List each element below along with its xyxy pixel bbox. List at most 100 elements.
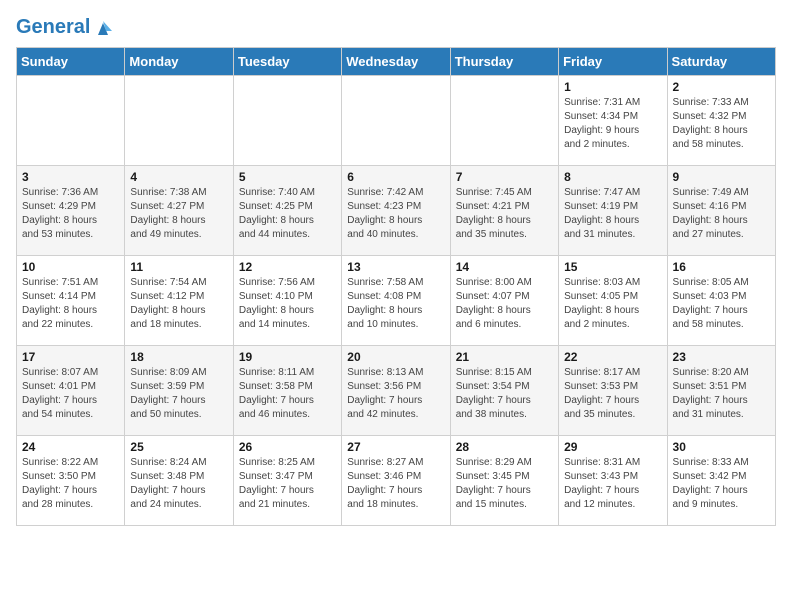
day-cell: 27 Sunrise: 8:27 AM Sunset: 3:46 PM Dayli… — [342, 436, 450, 526]
day-number: 15 — [564, 260, 661, 274]
day-info: Sunrise: 8:05 AM Sunset: 4:03 PM Dayligh… — [673, 276, 770, 332]
day-cell — [125, 76, 233, 166]
day-cell: 15 Sunrise: 8:03 AM Sunset: 4:05 PM Dayli… — [559, 256, 667, 346]
day-info: Sunrise: 7:33 AM Sunset: 4:32 PM Dayligh… — [673, 96, 770, 152]
day-cell: 2 Sunrise: 7:33 AM Sunset: 4:32 PM Daylig… — [667, 76, 775, 166]
day-number: 2 — [673, 80, 770, 94]
day-number: 23 — [673, 350, 770, 364]
day-info: Sunrise: 8:11 AM Sunset: 3:58 PM Dayligh… — [239, 366, 336, 422]
week-row-1: 1 Sunrise: 7:31 AM Sunset: 4:34 PM Daylig… — [17, 76, 776, 166]
day-cell: 6 Sunrise: 7:42 AM Sunset: 4:23 PM Daylig… — [342, 166, 450, 256]
day-number: 30 — [673, 440, 770, 454]
day-cell: 10 Sunrise: 7:51 AM Sunset: 4:14 PM Dayli… — [17, 256, 125, 346]
day-number: 4 — [130, 170, 227, 184]
day-number: 24 — [22, 440, 119, 454]
col-header-saturday: Saturday — [667, 48, 775, 76]
day-number: 22 — [564, 350, 661, 364]
day-info: Sunrise: 8:24 AM Sunset: 3:48 PM Dayligh… — [130, 456, 227, 512]
day-cell — [17, 76, 125, 166]
day-number: 12 — [239, 260, 336, 274]
day-cell: 28 Sunrise: 8:29 AM Sunset: 3:45 PM Dayli… — [450, 436, 558, 526]
day-number: 13 — [347, 260, 444, 274]
week-row-2: 3 Sunrise: 7:36 AM Sunset: 4:29 PM Daylig… — [17, 166, 776, 256]
day-number: 5 — [239, 170, 336, 184]
calendar-body: 1 Sunrise: 7:31 AM Sunset: 4:34 PM Daylig… — [17, 76, 776, 526]
day-number: 18 — [130, 350, 227, 364]
week-row-3: 10 Sunrise: 7:51 AM Sunset: 4:14 PM Dayli… — [17, 256, 776, 346]
day-cell: 11Sunrise: 7:54 AM Sunset: 4:12 PM Dayli… — [125, 256, 233, 346]
logo-icon — [92, 17, 114, 39]
col-header-tuesday: Tuesday — [233, 48, 341, 76]
col-header-sunday: Sunday — [17, 48, 125, 76]
day-cell: 21 Sunrise: 8:15 AM Sunset: 3:54 PM Dayli… — [450, 346, 558, 436]
day-info: Sunrise: 7:36 AM Sunset: 4:29 PM Dayligh… — [22, 186, 119, 242]
day-number: 28 — [456, 440, 553, 454]
day-number: 11 — [130, 260, 227, 274]
day-cell: 24 Sunrise: 8:22 AM Sunset: 3:50 PM Dayli… — [17, 436, 125, 526]
day-info: Sunrise: 8:20 AM Sunset: 3:51 PM Dayligh… — [673, 366, 770, 422]
day-info: Sunrise: 8:07 AM Sunset: 4:01 PM Dayligh… — [22, 366, 119, 422]
day-info: Sunrise: 8:31 AM Sunset: 3:43 PM Dayligh… — [564, 456, 661, 512]
day-cell: 26Sunrise: 8:25 AM Sunset: 3:47 PM Dayli… — [233, 436, 341, 526]
day-cell: 29Sunrise: 8:31 AM Sunset: 3:43 PM Dayli… — [559, 436, 667, 526]
day-cell: 13 Sunrise: 7:58 AM Sunset: 4:08 PM Dayli… — [342, 256, 450, 346]
day-cell: 12 Sunrise: 7:56 AM Sunset: 4:10 PM Dayli… — [233, 256, 341, 346]
logo-text: General — [16, 16, 114, 39]
day-cell: 16 Sunrise: 8:05 AM Sunset: 4:03 PM Dayli… — [667, 256, 775, 346]
day-number: 7 — [456, 170, 553, 184]
day-cell: 4 Sunrise: 7:38 AM Sunset: 4:27 PM Daylig… — [125, 166, 233, 256]
day-number: 1 — [564, 80, 661, 94]
day-number: 14 — [456, 260, 553, 274]
col-header-thursday: Thursday — [450, 48, 558, 76]
day-number: 26 — [239, 440, 336, 454]
day-cell: 1 Sunrise: 7:31 AM Sunset: 4:34 PM Daylig… — [559, 76, 667, 166]
day-info: Sunrise: 7:56 AM Sunset: 4:10 PM Dayligh… — [239, 276, 336, 332]
day-info: Sunrise: 8:03 AM Sunset: 4:05 PM Dayligh… — [564, 276, 661, 332]
col-header-wednesday: Wednesday — [342, 48, 450, 76]
day-cell — [450, 76, 558, 166]
day-info: Sunrise: 8:00 AM Sunset: 4:07 PM Dayligh… — [456, 276, 553, 332]
day-cell: 20 Sunrise: 8:13 AM Sunset: 3:56 PM Dayli… — [342, 346, 450, 436]
day-info: Sunrise: 7:40 AM Sunset: 4:25 PM Dayligh… — [239, 186, 336, 242]
day-info: Sunrise: 7:49 AM Sunset: 4:16 PM Dayligh… — [673, 186, 770, 242]
day-info: Sunrise: 8:09 AM Sunset: 3:59 PM Dayligh… — [130, 366, 227, 422]
week-row-5: 24 Sunrise: 8:22 AM Sunset: 3:50 PM Dayli… — [17, 436, 776, 526]
day-info: Sunrise: 7:42 AM Sunset: 4:23 PM Dayligh… — [347, 186, 444, 242]
day-cell: 5 Sunrise: 7:40 AM Sunset: 4:25 PM Daylig… — [233, 166, 341, 256]
day-info: Sunrise: 8:13 AM Sunset: 3:56 PM Dayligh… — [347, 366, 444, 422]
day-info: Sunrise: 8:29 AM Sunset: 3:45 PM Dayligh… — [456, 456, 553, 512]
day-number: 9 — [673, 170, 770, 184]
day-info: Sunrise: 7:31 AM Sunset: 4:34 PM Dayligh… — [564, 96, 661, 152]
day-cell: 30 Sunrise: 8:33 AM Sunset: 3:42 PM Dayli… — [667, 436, 775, 526]
day-info: Sunrise: 8:33 AM Sunset: 3:42 PM Dayligh… — [673, 456, 770, 512]
day-info: Sunrise: 8:27 AM Sunset: 3:46 PM Dayligh… — [347, 456, 444, 512]
day-info: Sunrise: 8:22 AM Sunset: 3:50 PM Dayligh… — [22, 456, 119, 512]
day-info: Sunrise: 8:15 AM Sunset: 3:54 PM Dayligh… — [456, 366, 553, 422]
week-row-4: 17Sunrise: 8:07 AM Sunset: 4:01 PM Dayli… — [17, 346, 776, 436]
day-number: 3 — [22, 170, 119, 184]
day-number: 19 — [239, 350, 336, 364]
day-number: 6 — [347, 170, 444, 184]
day-cell — [233, 76, 341, 166]
day-number: 10 — [22, 260, 119, 274]
page-header: General — [16, 16, 776, 39]
day-number: 25 — [130, 440, 227, 454]
day-cell: 8 Sunrise: 7:47 AM Sunset: 4:19 PM Daylig… — [559, 166, 667, 256]
day-info: Sunrise: 7:38 AM Sunset: 4:27 PM Dayligh… — [130, 186, 227, 242]
day-of-week-row: SundayMondayTuesdayWednesdayThursdayFrid… — [17, 48, 776, 76]
day-info: Sunrise: 7:45 AM Sunset: 4:21 PM Dayligh… — [456, 186, 553, 242]
day-info: Sunrise: 7:47 AM Sunset: 4:19 PM Dayligh… — [564, 186, 661, 242]
day-number: 20 — [347, 350, 444, 364]
col-header-friday: Friday — [559, 48, 667, 76]
day-cell: 22Sunrise: 8:17 AM Sunset: 3:53 PM Dayli… — [559, 346, 667, 436]
day-cell: 19 Sunrise: 8:11 AM Sunset: 3:58 PM Dayli… — [233, 346, 341, 436]
day-cell: 9 Sunrise: 7:49 AM Sunset: 4:16 PM Daylig… — [667, 166, 775, 256]
day-number: 21 — [456, 350, 553, 364]
day-number: 16 — [673, 260, 770, 274]
day-number: 27 — [347, 440, 444, 454]
day-cell: 3 Sunrise: 7:36 AM Sunset: 4:29 PM Daylig… — [17, 166, 125, 256]
day-cell: 25 Sunrise: 8:24 AM Sunset: 3:48 PM Dayli… — [125, 436, 233, 526]
day-number: 8 — [564, 170, 661, 184]
day-info: Sunrise: 7:51 AM Sunset: 4:14 PM Dayligh… — [22, 276, 119, 332]
day-info: Sunrise: 7:58 AM Sunset: 4:08 PM Dayligh… — [347, 276, 444, 332]
